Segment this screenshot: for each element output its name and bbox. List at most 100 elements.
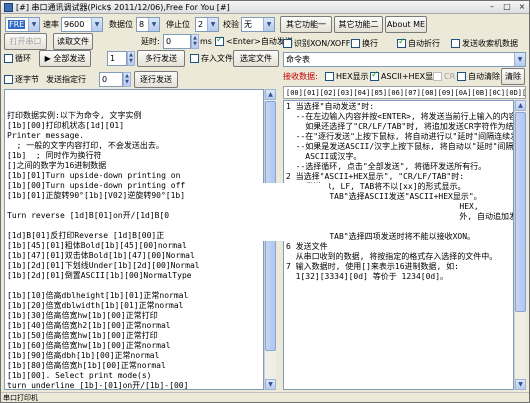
receive-scrollbar[interactable]: ▲ ▼: [514, 100, 526, 390]
other-function-1-button[interactable]: 其它功能一: [280, 16, 332, 33]
send-text-line: [1b][01]Turn upside-down printing on: [7, 171, 181, 180]
scroll-down-icon[interactable]: ▼: [515, 379, 526, 390]
scroll-up-icon[interactable]: ▲: [265, 89, 276, 100]
send-data-mode-label: 发送收索机数据: [462, 39, 518, 48]
hex-display-checkbox[interactable]: HEX显示: [325, 69, 369, 84]
chevron-down-icon: ▼: [263, 18, 274, 31]
xon-xoff-checkbox[interactable]: 识别XON/XOFF: [283, 36, 350, 51]
scroll-down-icon[interactable]: ▼: [265, 379, 276, 390]
stepwise-checkbox[interactable]: 逐字节: [4, 72, 39, 87]
delay-input[interactable]: 0: [163, 34, 191, 49]
send-text-line: [1b][30]倍高倍宽hw[1b][00]正常打印: [7, 311, 158, 320]
send-text-line: turn underline [1b]-[01]on开/[1b]-[00]: [7, 381, 189, 390]
status-bar: 串口打印机: [1, 392, 529, 402]
parity-select[interactable]: 无 ▼: [241, 17, 275, 32]
checkbox-box: [351, 39, 360, 48]
receive-data-label: 接收数据:: [283, 72, 318, 81]
send-text-line: [1b][47][01]双击体Bold[1b][47][00]Normal: [7, 251, 195, 260]
save-file-label: 存入文件: [201, 54, 233, 63]
line-send-button[interactable]: 逐行发送: [134, 71, 178, 88]
chevron-down-icon: ▼: [207, 18, 218, 31]
baud-value: 9600: [64, 20, 85, 29]
command-table-select[interactable]: 命令表 ▼: [283, 52, 526, 67]
send-text-line: [1b][20]倍宽dblwidth[1b][01]正常normal: [7, 301, 184, 310]
auto-clear-label: 自动清除: [468, 72, 500, 81]
open-port-button[interactable]: 打开串口: [4, 33, 47, 50]
databits-select[interactable]: 8 ▼: [136, 17, 160, 32]
scroll-up-icon[interactable]: ▲: [515, 100, 526, 111]
send-text-line: [1b][10]倍高dblheight[1b][01]正常normal: [7, 291, 189, 300]
receive-text-line: --如果是发送ASCII/汉字上按下鼠标, 将自动以"延时"间隔连续发送: [295, 142, 514, 151]
loop-checkbox[interactable]: 循环: [4, 51, 31, 66]
title-bar: [#] 串口通讯调试器(Pick$ 2011/12/06),Free For Y…: [1, 1, 529, 14]
checkbox-box: [433, 72, 442, 81]
receive-text-line: 1[32][3334][0d] 等价于 1234[0d]。: [286, 272, 449, 281]
newline-checkbox[interactable]: 换行: [351, 36, 378, 51]
send-line-spinner[interactable]: ▲ ▼: [123, 72, 131, 87]
send-text-line: [1b][2d][01]下划线Under[1b][2d][00]Normal: [7, 261, 200, 270]
maximize-button[interactable]: □: [500, 2, 514, 13]
app-window: [#] 串口通讯调试器(Pick$ 2011/12/06),Free For Y…: [0, 0, 530, 403]
send-text-line: Printer message.: [7, 131, 85, 140]
newline-label: 换行: [362, 39, 378, 48]
stopbits-select[interactable]: 2 ▼: [195, 17, 219, 32]
send-line-input[interactable]: 0: [99, 72, 123, 87]
auto-clear-checkbox[interactable]: 自动清除: [455, 69, 500, 84]
port-value: FRE: [8, 20, 26, 29]
xon-xoff-label: 识别XON/XOFF: [294, 39, 351, 48]
stopbits-value: 2: [198, 20, 204, 29]
send-data-mode-checkbox[interactable]: 发送收索机数据: [451, 36, 518, 51]
close-button[interactable]: ×: [515, 2, 529, 13]
send-all-count-input[interactable]: 1: [107, 51, 127, 66]
select-file-button[interactable]: 选定文件: [233, 50, 279, 67]
delay-label: 延时:: [141, 37, 160, 46]
app-icon: [4, 2, 13, 12]
stepwise-label: 逐字节: [15, 75, 39, 84]
ms-label: ms: [200, 37, 212, 46]
receive-text-line: --选择循环, 点击"全部发送", 将循环发送所有行。: [286, 162, 487, 171]
send-text-line: [1b][80]倍高倍宽h[1b][00]正常normal: [7, 361, 166, 370]
read-file-button[interactable]: 读取文件: [53, 33, 93, 50]
receive-text-line: 如果还选择了"CR/LF/TAB"时, 将追加发送CR字符作为结束。: [286, 122, 514, 131]
send-line-label: 发送指定行: [46, 75, 86, 84]
parity-label: 校验: [223, 20, 239, 29]
about-button[interactable]: About ME: [385, 16, 427, 33]
send-text-line: [1b][90]倍高dbh[1b][00]正常normal: [7, 351, 160, 360]
send-text-line: [1b][00]. Select print mode(s): [7, 371, 152, 380]
checkbox-box: [4, 54, 13, 63]
send-text-line: []之间的数字为16进制数据: [7, 161, 107, 170]
baud-select[interactable]: 9600 ▼: [61, 17, 103, 32]
checkbox-box: [215, 35, 224, 46]
delay-spinner[interactable]: ▲ ▼: [191, 34, 199, 49]
send-all-button[interactable]: ▶ 全部发送: [39, 50, 91, 67]
checkbox-box: [451, 39, 460, 48]
enter-auto-send-checkbox[interactable]: <Enter>自动发送: [215, 34, 293, 49]
send-all-label: 全部发送: [53, 54, 86, 63]
send-text-content: 打印数据实例:以下为命令, 文字实例 [1b][00]打印机状态[1d][01] P…: [7, 111, 261, 390]
save-file-checkbox[interactable]: 存入文件: [190, 51, 233, 66]
send-text-line: [1b][50]倍高倍宽hw[1b][00]正常打印: [7, 331, 158, 340]
parity-value: 无: [244, 20, 252, 29]
clear-button[interactable]: 清除: [501, 68, 525, 85]
other-function-2-button[interactable]: 其它功能二: [334, 16, 383, 33]
databits-label: 数据位: [109, 20, 133, 29]
port-select[interactable]: FRE ▼: [5, 17, 40, 32]
multi-line-send-button[interactable]: 多行发送: [137, 50, 185, 67]
receive-text-area[interactable]: 1 当选择"自动发送"时: --在左边输入内容并按<ENTER>, 将发送当前行…: [283, 100, 514, 390]
send-text-line: [1b][60]倍高倍宽hw[1b][00]正常normal: [7, 341, 171, 350]
hex-column-header: [00][01][02][03][04][05][06][07][08][09]…: [283, 86, 526, 99]
send-text-line: 打印数据实例:以下为命令, 文字实例: [7, 111, 142, 120]
send-all-count-spinner[interactable]: ▲ ▼: [127, 51, 135, 66]
baud-label: 速率: [43, 20, 59, 29]
ascii-hex-display-checkbox[interactable]: ASCII+HEX显示: [370, 69, 441, 84]
minimize-button[interactable]: –: [485, 2, 499, 13]
checkbox-box: [370, 70, 379, 81]
checkbox-box: [457, 72, 466, 81]
databits-value: 8: [139, 20, 145, 29]
checkbox-box: [190, 54, 199, 63]
auto-wrap-checkbox[interactable]: 自动折行: [397, 36, 440, 51]
send-text-line: [1b][00]打印机状态[1d][01]: [7, 121, 125, 130]
scroll-thumb[interactable]: [515, 112, 526, 312]
receive-text-line: --在左边输入内容并按<ENTER>, 将发送当前行上输入的内容。: [286, 112, 514, 121]
loop-label: 循环: [15, 54, 31, 63]
